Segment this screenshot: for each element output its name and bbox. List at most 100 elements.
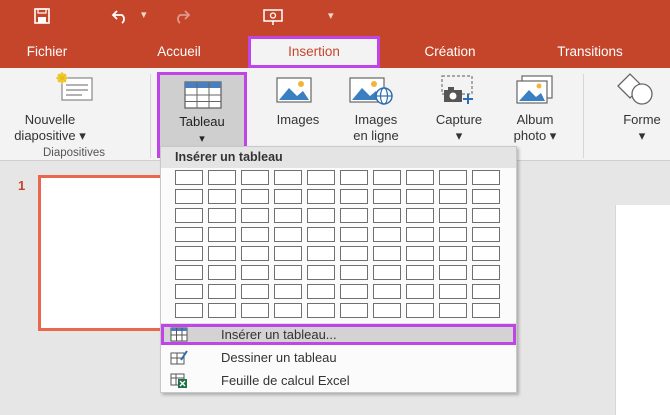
table-grid-cell[interactable]: [472, 303, 500, 318]
table-grid-cell[interactable]: [340, 284, 368, 299]
table-grid-cell[interactable]: [406, 284, 434, 299]
table-grid-cell[interactable]: [175, 170, 203, 185]
table-grid-cell[interactable]: [472, 189, 500, 204]
capture-button[interactable]: Capture ▾: [424, 72, 494, 146]
table-grid-cell[interactable]: [175, 303, 203, 318]
save-icon[interactable]: [34, 8, 50, 29]
table-grid-cell[interactable]: [307, 170, 335, 185]
table-grid-cell[interactable]: [472, 208, 500, 223]
undo-dropdown-icon[interactable]: ▾: [141, 8, 147, 21]
tab-insertion[interactable]: Insertion: [248, 36, 380, 68]
table-grid-cell[interactable]: [439, 227, 467, 242]
table-grid-cell[interactable]: [208, 303, 236, 318]
table-grid-cell[interactable]: [439, 265, 467, 280]
table-grid-cell[interactable]: [274, 208, 302, 223]
table-grid-cell[interactable]: [208, 284, 236, 299]
table-grid-cell[interactable]: [241, 170, 269, 185]
table-grid-cell[interactable]: [274, 303, 302, 318]
table-grid-cell[interactable]: [340, 265, 368, 280]
table-grid-cell[interactable]: [274, 284, 302, 299]
table-grid-cell[interactable]: [208, 227, 236, 242]
table-grid-cell[interactable]: [307, 303, 335, 318]
table-grid-cell[interactable]: [208, 170, 236, 185]
images-button[interactable]: Images: [262, 72, 334, 146]
table-grid-cell[interactable]: [340, 246, 368, 261]
table-grid-cell[interactable]: [274, 189, 302, 204]
table-grid-cell[interactable]: [340, 189, 368, 204]
table-grid-cell[interactable]: [307, 227, 335, 242]
online-images-button[interactable]: Images en ligne: [340, 72, 412, 146]
table-grid-cell[interactable]: [439, 170, 467, 185]
table-grid-cell[interactable]: [406, 265, 434, 280]
table-grid-cell[interactable]: [175, 265, 203, 280]
table-grid-cell[interactable]: [307, 189, 335, 204]
table-grid-cell[interactable]: [406, 303, 434, 318]
table-grid-cell[interactable]: [307, 284, 335, 299]
table-grid-cell[interactable]: [406, 189, 434, 204]
table-grid-cell[interactable]: [472, 284, 500, 299]
table-grid-cell[interactable]: [373, 189, 401, 204]
table-grid-cell[interactable]: [439, 208, 467, 223]
table-grid-cell[interactable]: [274, 170, 302, 185]
tab-fichier[interactable]: Fichier: [12, 36, 82, 68]
table-grid-cell[interactable]: [241, 303, 269, 318]
table-grid-cell[interactable]: [472, 170, 500, 185]
table-grid-cell[interactable]: [439, 284, 467, 299]
table-grid-cell[interactable]: [208, 208, 236, 223]
table-grid-cell[interactable]: [274, 265, 302, 280]
new-slide-button[interactable]: Nouvelle diapositive ▾: [0, 72, 148, 146]
table-grid-cell[interactable]: [406, 227, 434, 242]
table-grid-cell[interactable]: [406, 246, 434, 261]
table-grid-cell[interactable]: [439, 303, 467, 318]
tab-transitions[interactable]: Transitions: [530, 36, 650, 68]
undo-icon[interactable]: [111, 8, 129, 29]
table-grid-cell[interactable]: [241, 284, 269, 299]
table-grid-cell[interactable]: [373, 170, 401, 185]
menu-excel-sheet[interactable]: Feuille de calcul Excel: [161, 370, 516, 391]
table-grid-cell[interactable]: [208, 265, 236, 280]
table-grid-cell[interactable]: [307, 246, 335, 261]
table-grid-cell[interactable]: [307, 265, 335, 280]
table-grid-cell[interactable]: [175, 208, 203, 223]
start-presentation-icon[interactable]: [263, 8, 283, 31]
table-grid-cell[interactable]: [241, 189, 269, 204]
menu-insert-table[interactable]: Insérer un tableau...: [161, 324, 516, 345]
redo-icon[interactable]: [173, 8, 191, 29]
table-grid-cell[interactable]: [472, 246, 500, 261]
table-grid-cell[interactable]: [340, 227, 368, 242]
table-grid-cell[interactable]: [406, 170, 434, 185]
tab-creation[interactable]: Création: [405, 36, 495, 68]
table-grid-cell[interactable]: [307, 208, 335, 223]
table-grid-cell[interactable]: [241, 246, 269, 261]
menu-draw-table[interactable]: Dessiner un tableau: [161, 347, 516, 368]
table-grid-cell[interactable]: [340, 303, 368, 318]
table-grid-cell[interactable]: [175, 246, 203, 261]
table-grid-cell[interactable]: [175, 189, 203, 204]
table-grid-cell[interactable]: [373, 303, 401, 318]
table-grid-cell[interactable]: [274, 227, 302, 242]
table-grid-cell[interactable]: [373, 265, 401, 280]
table-grid-cell[interactable]: [208, 246, 236, 261]
table-grid-cell[interactable]: [241, 227, 269, 242]
table-grid-cell[interactable]: [373, 284, 401, 299]
table-grid-cell[interactable]: [175, 284, 203, 299]
table-grid-cell[interactable]: [241, 265, 269, 280]
slide-canvas[interactable]: [615, 205, 670, 415]
table-grid-cell[interactable]: [472, 227, 500, 242]
table-grid-cell[interactable]: [373, 246, 401, 261]
table-grid-cell[interactable]: [274, 246, 302, 261]
photo-album-button[interactable]: Album photo ▾: [498, 72, 572, 146]
customize-toolbar-icon[interactable]: ▾: [328, 9, 334, 22]
table-grid-cell[interactable]: [373, 227, 401, 242]
table-grid-cell[interactable]: [208, 189, 236, 204]
table-grid-cell[interactable]: [406, 208, 434, 223]
shapes-button[interactable]: Forme ▾: [592, 72, 670, 146]
tab-accueil[interactable]: Accueil: [137, 36, 221, 68]
table-grid-cell[interactable]: [439, 189, 467, 204]
table-grid-cell[interactable]: [340, 170, 368, 185]
table-grid-cell[interactable]: [373, 208, 401, 223]
table-grid-cell[interactable]: [472, 265, 500, 280]
table-grid-cell[interactable]: [439, 246, 467, 261]
table-grid-cell[interactable]: [340, 208, 368, 223]
table-grid-cell[interactable]: [175, 227, 203, 242]
